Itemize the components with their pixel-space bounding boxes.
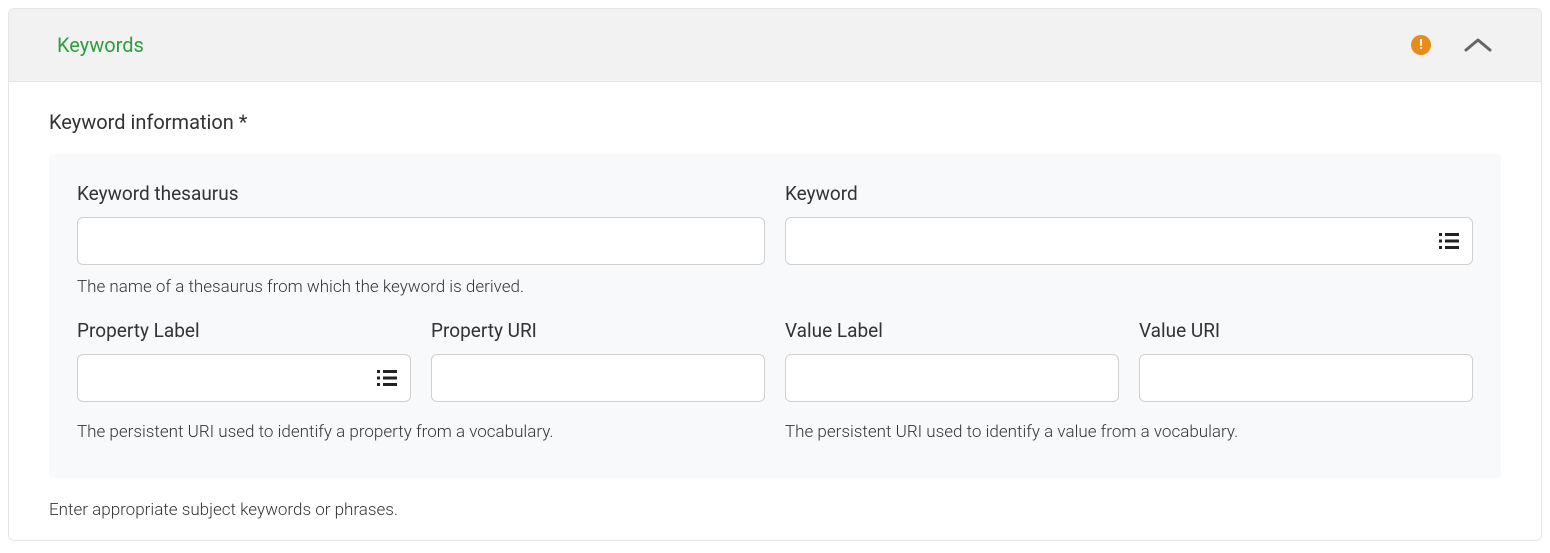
property-uri-input-wrap	[431, 354, 765, 402]
property-uri-label: Property URI	[431, 319, 765, 342]
property-uri-input[interactable]	[431, 354, 765, 402]
keyword-label: Keyword	[785, 182, 1473, 205]
value-uri-label: Value URI	[1139, 319, 1473, 342]
chevron-up-icon[interactable]	[1463, 37, 1493, 53]
keyword-field: Keyword	[785, 182, 1473, 297]
panel-body: Keyword information * Keyword thesaurus …	[9, 82, 1541, 540]
value-label-input[interactable]	[785, 354, 1119, 402]
panel-title: Keywords	[57, 33, 144, 57]
property-label-label: Property Label	[77, 319, 411, 342]
value-help-col: The persistent URI used to identify a va…	[785, 410, 1473, 442]
keyword-info-block: Keyword thesaurus The name of a thesauru…	[49, 154, 1501, 478]
footer-help: Enter appropriate subject keywords or ph…	[49, 500, 1501, 520]
value-uri-input[interactable]	[1139, 354, 1473, 402]
keyword-thesaurus-input-wrap	[77, 217, 765, 265]
property-uri-field: Property URI	[431, 319, 765, 402]
keyword-thesaurus-field: Keyword thesaurus The name of a thesauru…	[77, 182, 765, 297]
keyword-input[interactable]	[785, 217, 1473, 265]
value-label-label: Value Label	[785, 319, 1119, 342]
value-label-field: Value Label	[785, 319, 1119, 402]
keyword-input-wrap	[785, 217, 1473, 265]
property-label-field: Property Label	[77, 319, 411, 402]
property-label-input[interactable]	[77, 354, 411, 402]
property-label-input-wrap	[77, 354, 411, 402]
section-title: Keyword information *	[49, 110, 1501, 134]
panel-header[interactable]: Keywords !	[9, 9, 1541, 82]
property-help-col: The persistent URI used to identify a pr…	[77, 410, 765, 442]
row-1: Keyword thesaurus The name of a thesauru…	[77, 182, 1473, 297]
keyword-thesaurus-label: Keyword thesaurus	[77, 182, 765, 205]
property-help: The persistent URI used to identify a pr…	[77, 422, 765, 442]
keyword-thesaurus-input[interactable]	[77, 217, 765, 265]
keywords-panel: Keywords ! Keyword information * Keyword…	[8, 8, 1542, 541]
value-help: The persistent URI used to identify a va…	[785, 422, 1473, 442]
value-uri-field: Value URI	[1139, 319, 1473, 402]
row-2-help: The persistent URI used to identify a pr…	[77, 410, 1473, 442]
keyword-thesaurus-help: The name of a thesaurus from which the k…	[77, 277, 765, 297]
alert-icon: !	[1411, 35, 1431, 55]
header-actions: !	[1411, 35, 1493, 55]
row-2: Property Label	[77, 319, 1473, 402]
value-uri-input-wrap	[1139, 354, 1473, 402]
value-label-input-wrap	[785, 354, 1119, 402]
